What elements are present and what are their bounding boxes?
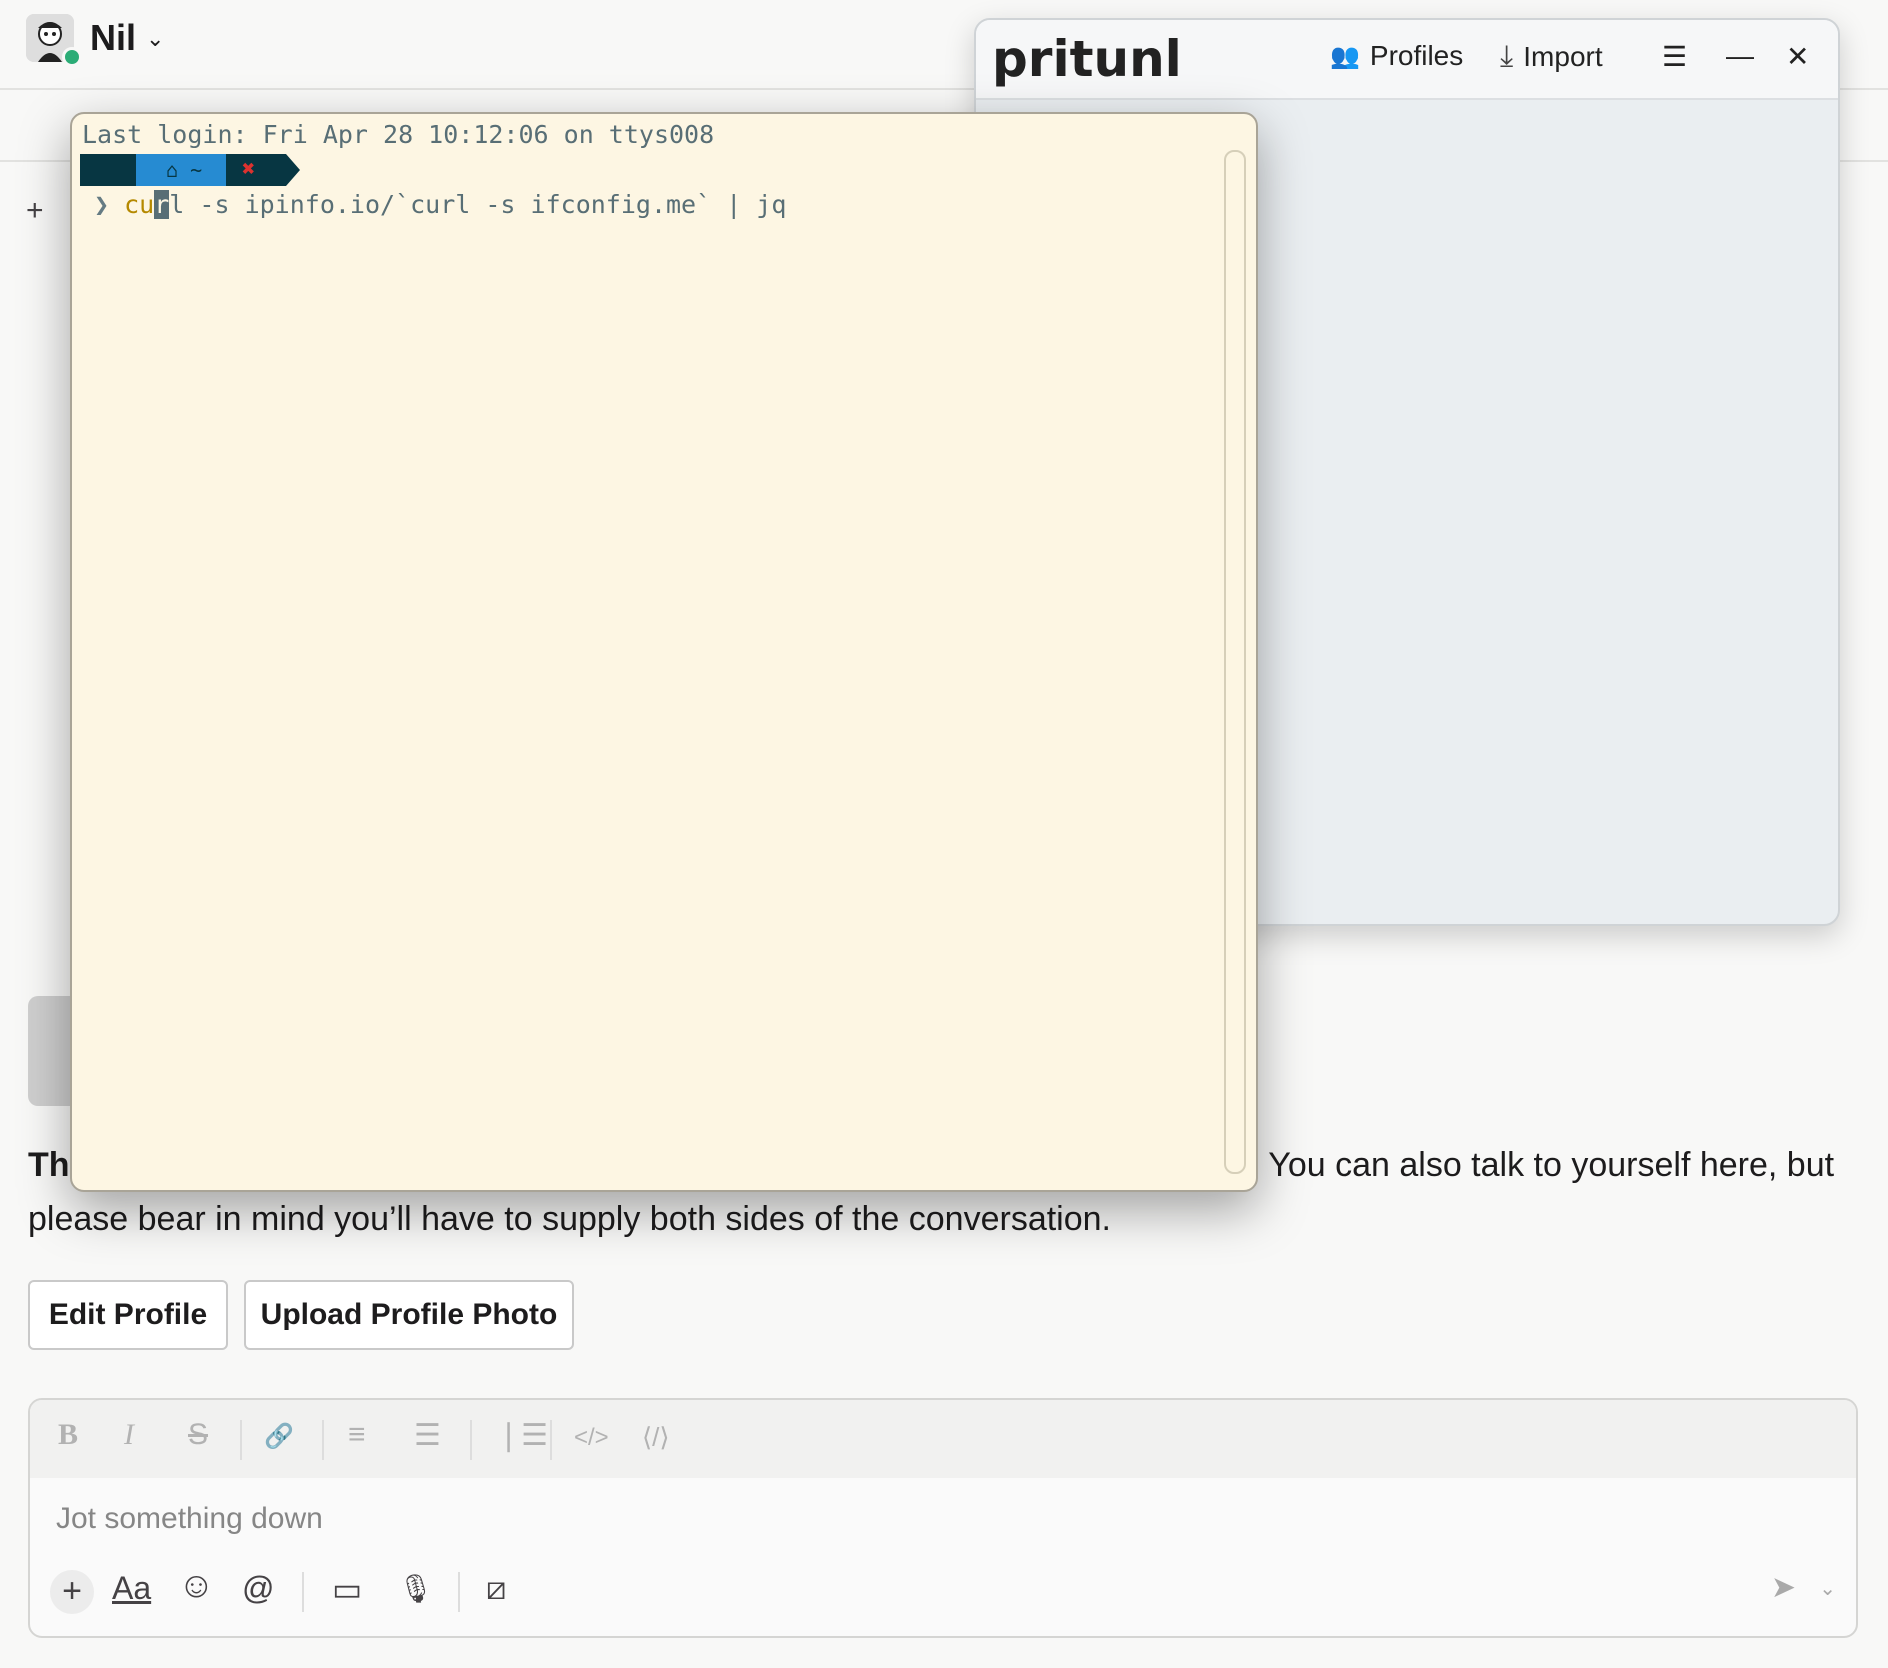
profiles-icon: 👥 <box>1330 42 1360 70</box>
formatting-toolbar: B I S 🔗 ≡ ☰ ❘☰ </> ⟨/⟩ <box>30 1400 1856 1478</box>
intro-text-line2: please bear in mind you’ll have to suppl… <box>28 1200 1111 1238</box>
pritunl-header: pritunl 👥 Profiles ⤓ Import ☰ — ✕ <box>976 20 1838 100</box>
minimize-icon[interactable]: — <box>1726 40 1754 72</box>
message-input[interactable]: Jot something down <box>56 1502 323 1536</box>
close-icon[interactable]: ✕ <box>1786 40 1809 73</box>
command-prefix: cu <box>124 190 155 219</box>
terminal-scrollbar[interactable] <box>1224 150 1246 1174</box>
menu-icon[interactable]: ☰ <box>1662 40 1687 73</box>
link-icon[interactable]: 🔗 <box>264 1422 294 1451</box>
terminal-window[interactable]: Last login: Fri Apr 28 10:12:06 on ttys0… <box>70 112 1258 1192</box>
chevron-down-icon[interactable]: ⌄ <box>146 26 164 52</box>
blockquote-icon[interactable]: ❘☰ <box>496 1418 548 1453</box>
apple-icon <box>80 154 136 186</box>
send-icon[interactable]: ➤ <box>1771 1570 1796 1605</box>
import-icon: ⤓ <box>1500 40 1514 73</box>
emoji-icon[interactable]: ☺ <box>178 1564 215 1606</box>
error-status-icon: ✖ <box>226 154 286 186</box>
command-suffix: l <box>169 190 185 219</box>
toolbar-divider <box>470 1420 472 1460</box>
toolbar-divider <box>550 1420 552 1460</box>
toolbar-divider <box>240 1420 242 1460</box>
presence-indicator <box>62 47 82 67</box>
code-icon[interactable]: </> <box>574 1424 609 1452</box>
italic-icon[interactable]: I <box>124 1418 134 1452</box>
upload-profile-photo-button[interactable]: Upload Profile Photo <box>244 1280 574 1350</box>
toolbar-divider <box>458 1572 460 1612</box>
command-args: -s ipinfo.io/`curl -s ifconfig.me` | jq <box>184 190 787 219</box>
mention-icon[interactable]: @ <box>242 1570 274 1607</box>
send-options-chevron-icon[interactable]: ⌄ <box>1819 1576 1836 1601</box>
text-cursor: r <box>154 190 170 219</box>
shortcut-icon[interactable]: ⧄ <box>486 1570 506 1608</box>
toolbar-divider <box>302 1572 304 1612</box>
bold-icon[interactable]: B <box>58 1418 78 1452</box>
intro-heading-fragment: Th <box>28 1146 70 1184</box>
toolbar-divider <box>322 1420 324 1460</box>
code-block-icon[interactable]: ⟨/⟩ <box>642 1422 670 1453</box>
command-line[interactable]: ❯ curl -s ipinfo.io/`curl -s ifconfig.me… <box>94 190 786 219</box>
edit-profile-button[interactable]: Edit Profile <box>28 1280 228 1350</box>
user-name[interactable]: Nil <box>90 14 136 62</box>
import-button[interactable]: ⤓ Import <box>1500 40 1603 74</box>
last-login-line: Last login: Fri Apr 28 10:12:06 on ttys0… <box>82 120 715 149</box>
video-icon[interactable]: ▭ <box>332 1570 362 1608</box>
home-icon: ⌂ ~ <box>136 154 226 186</box>
profiles-label: Profiles <box>1369 40 1464 71</box>
profiles-button[interactable]: 👥 Profiles <box>1330 40 1463 72</box>
import-label: Import <box>1523 41 1603 72</box>
add-bookmark-icon[interactable]: + <box>26 194 44 228</box>
ordered-list-icon[interactable]: ≡ <box>348 1418 366 1452</box>
prompt-caret: ❯ <box>94 190 110 219</box>
format-text-icon[interactable]: Aa <box>112 1570 151 1607</box>
message-composer: B I S 🔗 ≡ ☰ ❘☰ </> ⟨/⟩ Jot something dow… <box>28 1398 1858 1638</box>
pritunl-logo: pritunl <box>992 30 1182 88</box>
strikethrough-icon[interactable]: S <box>188 1418 208 1452</box>
plus-icon[interactable]: + <box>50 1570 94 1614</box>
microphone-icon[interactable]: 🎙 <box>398 1572 434 1605</box>
prompt-separator <box>286 154 300 186</box>
intro-text-line1: . You can also talk to yourself here, bu… <box>1250 1146 1835 1184</box>
bulleted-list-icon[interactable]: ☰ <box>414 1418 441 1453</box>
